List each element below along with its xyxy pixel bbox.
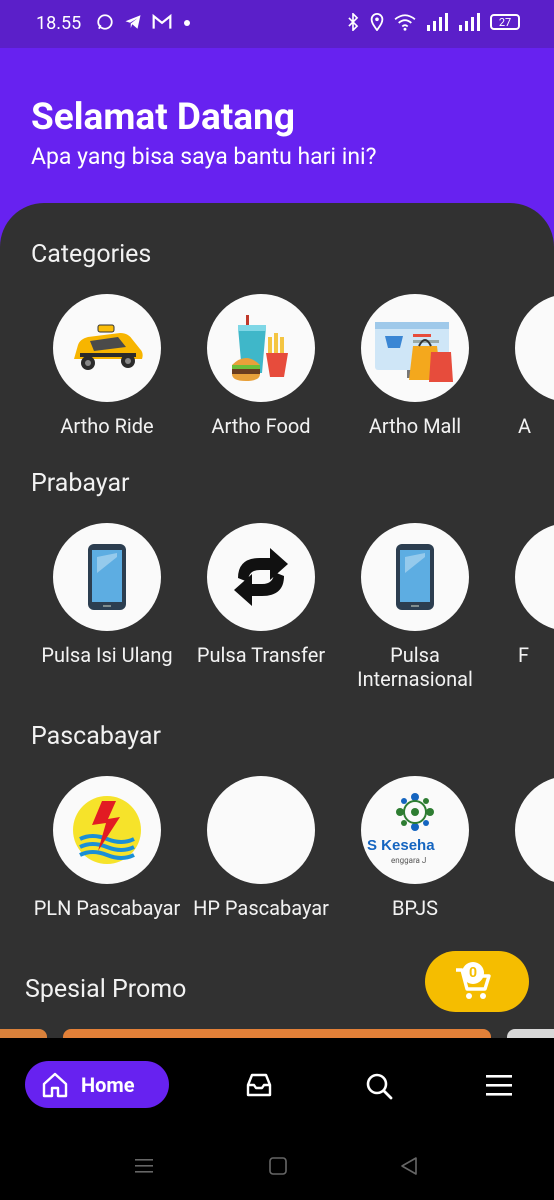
category-artho-food[interactable]: Artho Food xyxy=(184,294,338,438)
phone-icon xyxy=(396,544,434,610)
system-status-icons: 27 xyxy=(346,13,520,31)
prabayar-pulsa-isi-ulang[interactable]: Pulsa Isi Ulang xyxy=(30,523,184,667)
dot-icon xyxy=(184,20,190,26)
pascabayar-label: HP Pascabayar xyxy=(193,896,329,920)
location-icon xyxy=(370,13,384,31)
welcome-title: Selamat Datang xyxy=(31,96,295,139)
signal-icon-2 xyxy=(459,13,480,31)
taxi-icon xyxy=(74,324,143,370)
category-label: Artho Ride xyxy=(60,414,154,438)
section-title-categories: Categories xyxy=(31,240,152,269)
section-title-pascabayar: Pascabayar xyxy=(31,722,161,751)
transfer-arrows-icon xyxy=(234,548,288,606)
system-nav-bar xyxy=(0,1134,554,1200)
battery-level: 27 xyxy=(498,15,512,29)
battery-icon: 27 xyxy=(490,14,520,30)
welcome-subtitle: Apa yang bisa saya bantu hari ini? xyxy=(31,143,377,170)
pascabayar-label: BPJS xyxy=(391,896,439,920)
pascabayar-hp[interactable]: HP Pascabayar xyxy=(184,776,338,920)
home-system-icon[interactable] xyxy=(268,1156,288,1176)
pascabayar-label: PLN Pascabayar xyxy=(33,896,181,920)
wifi-icon xyxy=(394,14,416,31)
back-icon[interactable] xyxy=(399,1156,419,1176)
notification-icons xyxy=(96,13,192,31)
category-partial-label: A xyxy=(518,414,532,438)
category-artho-mall[interactable]: Artho Mall xyxy=(338,294,492,438)
pulsa-isi-ulang-icon-circle xyxy=(53,523,161,631)
recent-apps-icon[interactable] xyxy=(134,1156,154,1176)
bpjs-logo-subtext: enggara J xyxy=(391,856,427,865)
cart-count-badge: 0 xyxy=(462,962,484,984)
section-title-prabayar: Prabayar xyxy=(31,469,130,498)
prabayar-pulsa-internasional[interactable]: Pulsa Internasional xyxy=(338,523,492,691)
shopping-icon xyxy=(375,322,453,382)
promo-title: Spesial Promo xyxy=(25,975,187,1004)
search-icon[interactable] xyxy=(365,1072,393,1100)
bpjs-logo-icon: S Keseha enggara J xyxy=(361,776,469,884)
artho-mall-icon-circle xyxy=(361,294,469,402)
artho-food-icon-circle xyxy=(207,294,315,402)
pulsa-transfer-icon-circle xyxy=(207,523,315,631)
signal-icon-1 xyxy=(427,13,448,31)
nav-home-button[interactable]: Home xyxy=(25,1061,169,1108)
bpjs-icon-circle: S Keseha enggara J xyxy=(361,776,469,884)
bpjs-logo-text: S Keseha xyxy=(367,837,435,854)
pascabayar-partial-item[interactable] xyxy=(515,776,554,884)
category-artho-ride[interactable]: Artho Ride xyxy=(30,294,184,438)
status-time: 18.55 xyxy=(36,13,82,34)
inbox-icon[interactable] xyxy=(246,1072,272,1098)
pascabayar-pln[interactable]: PLN Pascabayar xyxy=(30,776,184,920)
prabayar-pulsa-transfer[interactable]: Pulsa Transfer xyxy=(184,523,338,667)
pln-icon-circle xyxy=(53,776,161,884)
home-icon xyxy=(42,1072,68,1097)
status-bar: 18.55 27 xyxy=(0,0,554,48)
bpjs-emblem-icon xyxy=(396,793,434,831)
nav-home-label: Home xyxy=(81,1072,135,1097)
pln-logo-icon xyxy=(73,796,141,864)
food-icon xyxy=(232,315,288,381)
category-partial-item[interactable] xyxy=(515,294,554,402)
prabayar-label: Pulsa Internasional xyxy=(357,643,473,691)
artho-ride-icon-circle xyxy=(53,294,161,402)
pascabayar-bpjs[interactable]: S Keseha enggara J BPJS xyxy=(338,776,492,920)
gmail-icon xyxy=(152,13,172,29)
category-label: Artho Food xyxy=(211,414,311,438)
promo-banner-main[interactable] xyxy=(63,1029,491,1038)
promo-banner-next[interactable] xyxy=(507,1029,554,1038)
phone-icon xyxy=(88,544,126,610)
pulsa-internasional-icon-circle xyxy=(361,523,469,631)
telegram-icon xyxy=(125,15,141,29)
category-label: Artho Mall xyxy=(368,414,462,438)
hp-pascabayar-icon-circle xyxy=(207,776,315,884)
prabayar-partial-item[interactable] xyxy=(515,523,554,631)
prabayar-partial-label: F xyxy=(518,643,530,667)
promo-banner-prev[interactable] xyxy=(0,1029,47,1038)
prabayar-label: Pulsa Isi Ulang xyxy=(41,643,173,667)
prabayar-label: Pulsa Transfer xyxy=(196,643,326,667)
bluetooth-icon xyxy=(348,13,359,31)
whatsapp-icon xyxy=(97,14,113,30)
menu-icon[interactable] xyxy=(485,1072,513,1098)
main-panel: Categories Artho Ride Artho Food Artho M… xyxy=(0,203,554,1038)
